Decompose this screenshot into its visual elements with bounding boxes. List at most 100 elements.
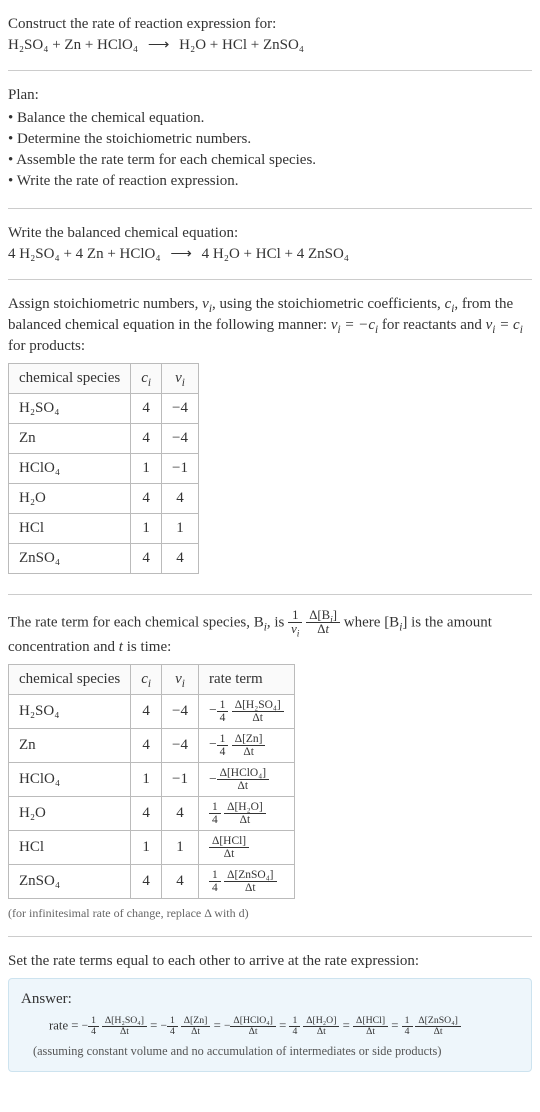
eq-lhs: H₂SO₄ + Zn + HClO₄	[8, 37, 138, 53]
answer-box: Answer: rate = −14 Δ[H₂SO₄]Δt = −14 Δ[Zn…	[8, 978, 532, 1072]
col-species: chemical species	[9, 364, 131, 394]
table-row: H₂SO₄4−4−14 Δ[H₂SO₄]Δt	[9, 694, 295, 728]
col-vi: νi	[162, 664, 199, 694]
eq-rhs: 4 H₂O + HCl + 4 ZnSO₄	[202, 246, 349, 262]
cell-rateterm: 14 Δ[ZnSO₄]Δt	[198, 865, 294, 899]
rateterm-text: where [B	[344, 614, 399, 630]
col-ci: ci	[131, 664, 162, 694]
table-row: HClO₄1−1	[9, 454, 199, 484]
cell-species: HCl	[9, 831, 131, 865]
rateterm-text: , is	[267, 614, 288, 630]
problem-line1: Construct the rate of reaction expressio…	[8, 14, 532, 35]
cell-species: H₂O	[9, 484, 131, 514]
c-i: ci	[445, 296, 455, 312]
cell-species: HClO₄	[9, 454, 131, 484]
problem-statement: Construct the rate of reaction expressio…	[8, 8, 532, 62]
cell-ci: 4	[131, 796, 162, 830]
table-header-row: chemical species ci νi	[9, 364, 199, 394]
cell-ci: 1	[131, 454, 162, 484]
cell-vi: 1	[162, 514, 199, 544]
table-header-row: chemical species ci νi rate term	[9, 664, 295, 694]
assign-text: , using the stoichiometric coefficients,	[212, 296, 445, 312]
cell-vi: −1	[162, 762, 199, 796]
rate-expression: rate = −14 Δ[H₂SO₄]Δt = −14 Δ[Zn]Δt = −Δ…	[21, 1016, 519, 1037]
balanced-heading: Write the balanced chemical equation:	[8, 223, 532, 244]
stoich-table: chemical species ci νi H₂SO₄4−4 Zn4−4 HC…	[8, 363, 199, 574]
cell-ci: 4	[131, 484, 162, 514]
arrow-icon: ⟶	[142, 37, 176, 53]
arrow-icon: ⟶	[164, 246, 198, 262]
nu-i: νi	[202, 296, 212, 312]
plan-item: Assemble the rate term for each chemical…	[8, 150, 532, 171]
unbalanced-equation: H₂SO₄ + Zn + HClO₄ ⟶ H₂O + HCl + ZnSO₄	[8, 35, 532, 56]
divider	[8, 279, 532, 280]
assign-text: for reactants and	[378, 317, 485, 333]
plan-list: Balance the chemical equation. Determine…	[8, 108, 532, 192]
col-rateterm: rate term	[198, 664, 294, 694]
answer-heading: Answer:	[21, 989, 519, 1010]
cell-species: Zn	[9, 424, 131, 454]
cell-species: Zn	[9, 728, 131, 762]
cell-vi: −4	[162, 394, 199, 424]
col-vi: νi	[162, 364, 199, 394]
assign-section: Assign stoichiometric numbers, νi, using…	[8, 288, 532, 586]
rateterm-text: The rate term for each chemical species,…	[8, 614, 264, 630]
plan-item: Balance the chemical equation.	[8, 108, 532, 129]
cell-ci: 1	[131, 514, 162, 544]
cell-vi: −4	[162, 424, 199, 454]
cell-vi: −1	[162, 454, 199, 484]
cell-vi: 4	[162, 865, 199, 899]
assign-text: for products:	[8, 338, 85, 354]
rateterm-text: is time:	[123, 639, 171, 655]
cell-rateterm: Δ[HCl]Δt	[198, 831, 294, 865]
divider	[8, 936, 532, 937]
cell-species: H₂SO₄	[9, 694, 131, 728]
cell-ci: 4	[131, 728, 162, 762]
rateterm-table: chemical species ci νi rate term H₂SO₄4−…	[8, 664, 295, 899]
cell-ci: 4	[131, 544, 162, 574]
cell-ci: 4	[131, 694, 162, 728]
plan-item: Write the rate of reaction expression.	[8, 171, 532, 192]
balanced-section: Write the balanced chemical equation: 4 …	[8, 217, 532, 271]
col-species: chemical species	[9, 664, 131, 694]
eq-rhs: H₂O + HCl + ZnSO₄	[179, 37, 304, 53]
balanced-equation: 4 H₂SO₄ + 4 Zn + HClO₄ ⟶ 4 H₂O + HCl + 4…	[8, 244, 532, 265]
cell-rateterm: −Δ[HClO₄]Δt	[198, 762, 294, 796]
cell-rateterm: −14 Δ[H₂SO₄]Δt	[198, 694, 294, 728]
cell-vi: 4	[162, 544, 199, 574]
table-row: ZnSO₄44	[9, 544, 199, 574]
cell-vi: 1	[162, 831, 199, 865]
assign-text: Assign stoichiometric numbers,	[8, 296, 202, 312]
cell-species: ZnSO₄	[9, 865, 131, 899]
cell-species: H₂O	[9, 796, 131, 830]
divider	[8, 594, 532, 595]
relation-reactants: νi = −ci	[331, 317, 378, 333]
plan-section: Plan: Balance the chemical equation. Det…	[8, 79, 532, 200]
cell-species: HClO₄	[9, 762, 131, 796]
relation-products: νi = ci	[486, 317, 523, 333]
cell-ci: 1	[131, 762, 162, 796]
rateterm-section: The rate term for each chemical species,…	[8, 603, 532, 928]
cell-vi: −4	[162, 694, 199, 728]
cell-rateterm: 14 Δ[H₂O]Δt	[198, 796, 294, 830]
assumption-note: (assuming constant volume and no accumul…	[21, 1043, 519, 1060]
table-row: H₂O44	[9, 484, 199, 514]
table-row: Zn4−4−14 Δ[Zn]Δt	[9, 728, 295, 762]
infinitesimal-note: (for infinitesimal rate of change, repla…	[8, 905, 532, 922]
one-over-nu: 1 νi	[288, 609, 302, 637]
divider	[8, 70, 532, 71]
table-row: ZnSO₄4414 Δ[ZnSO₄]Δt	[9, 865, 295, 899]
plan-heading: Plan:	[8, 85, 532, 106]
cell-rateterm: −14 Δ[Zn]Δt	[198, 728, 294, 762]
plan-item: Determine the stoichiometric numbers.	[8, 129, 532, 150]
cell-species: ZnSO₄	[9, 544, 131, 574]
cell-vi: −4	[162, 728, 199, 762]
cell-vi: 4	[162, 796, 199, 830]
col-ci: ci	[131, 364, 162, 394]
eq-lhs: 4 H₂SO₄ + 4 Zn + HClO₄	[8, 246, 161, 262]
table-row: H₂SO₄4−4	[9, 394, 199, 424]
table-row: H₂O4414 Δ[H₂O]Δt	[9, 796, 295, 830]
cell-ci: 4	[131, 424, 162, 454]
cell-species: H₂SO₄	[9, 394, 131, 424]
table-row: HCl11Δ[HCl]Δt	[9, 831, 295, 865]
